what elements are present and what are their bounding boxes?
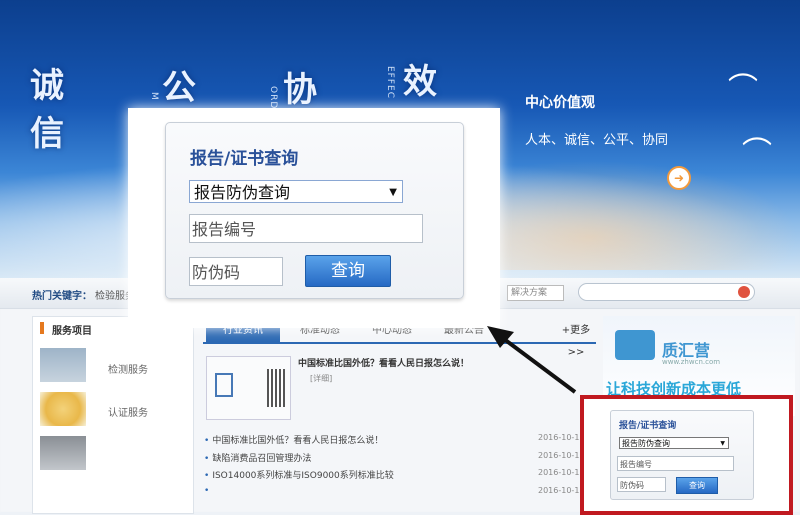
arrow-line bbox=[498, 334, 577, 394]
callout-arrow bbox=[487, 326, 577, 394]
